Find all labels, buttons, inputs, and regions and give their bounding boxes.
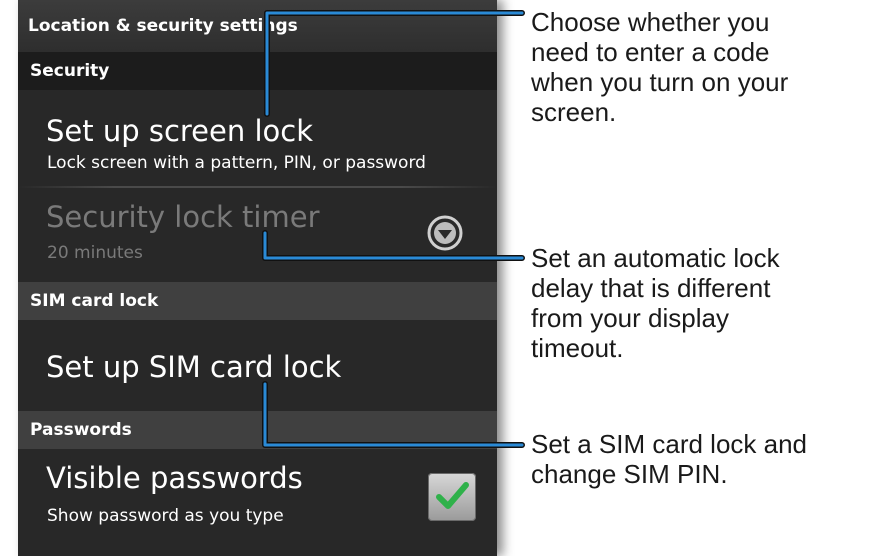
- callout-line: delay that is different: [531, 273, 771, 303]
- callout-line: from your display: [531, 303, 729, 333]
- callout-line: screen.: [531, 97, 617, 127]
- leader-line-lock-timer: [262, 230, 525, 261]
- callout-line: Set an automatic lock: [531, 243, 780, 273]
- callout-screen-lock: Choose whether you need to enter a code …: [531, 7, 861, 127]
- leader-line-screen-lock: [264, 10, 525, 117]
- callout-sim-lock: Set a SIM card lock and change SIM PIN.: [531, 429, 861, 489]
- callout-line: timeout.: [531, 333, 624, 363]
- callout-line: Choose whether you: [531, 7, 770, 37]
- callout-line: when you turn on your: [531, 67, 789, 97]
- callout-line: Set a SIM card lock and: [531, 429, 808, 459]
- callout-line: change SIM PIN.: [531, 459, 728, 489]
- callout-line: need to enter a code: [531, 37, 770, 67]
- leader-line-sim-lock: [262, 381, 525, 448]
- callout-lock-timer: Set an automatic lock delay that is diff…: [531, 243, 861, 363]
